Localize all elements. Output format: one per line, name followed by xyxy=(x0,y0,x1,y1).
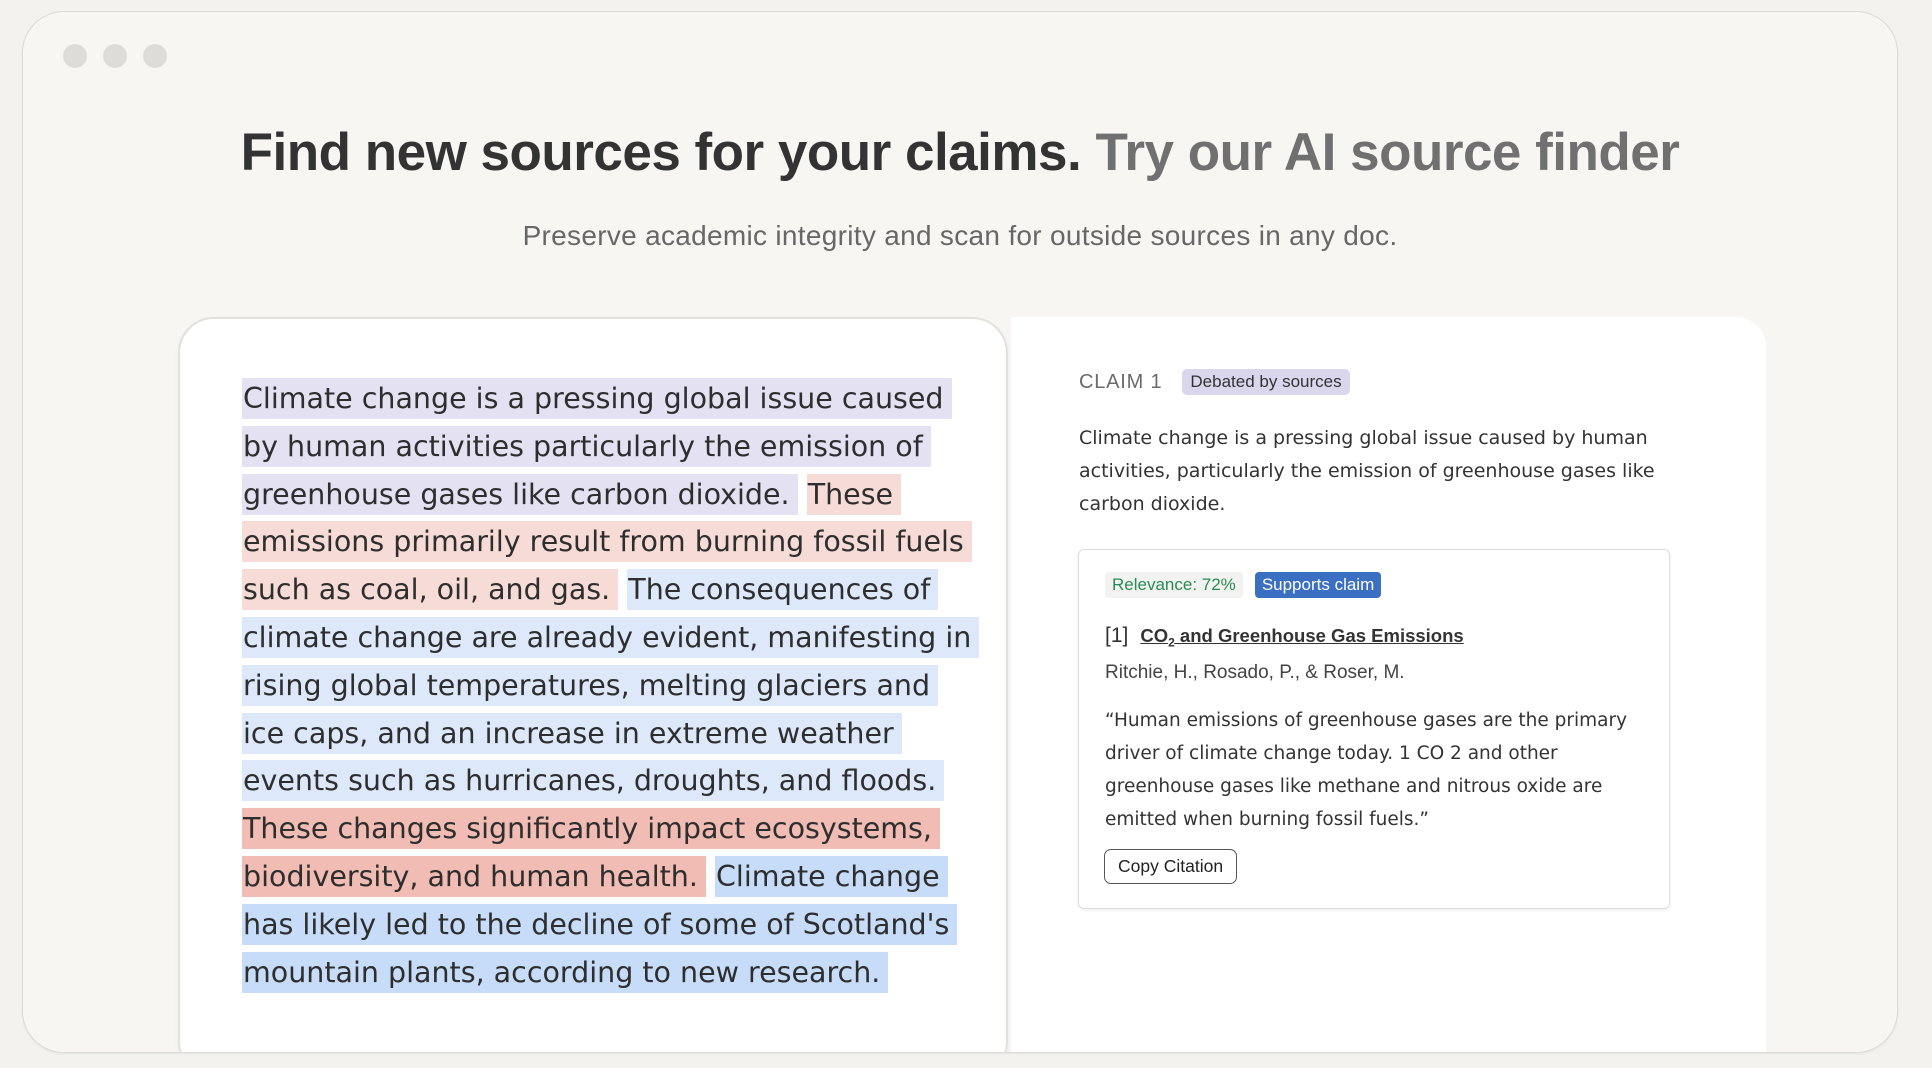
source-badges: Relevance: 72% Supports claim xyxy=(1105,572,1382,598)
source-quote: “Human emissions of greenhouse gases are… xyxy=(1105,710,1628,830)
window-minimize-dot[interactable] xyxy=(103,44,127,68)
window-maximize-dot[interactable] xyxy=(143,44,167,68)
page-subtitle: Preserve academic integrity and scan for… xyxy=(522,220,1398,251)
claim-panel: CLAIM 1 Debated by sources Climate chang… xyxy=(1011,317,1766,1052)
reference-number: [1] xyxy=(1105,624,1129,647)
source-authors: Ritchie, H., Rosado, P., & Roser, M. xyxy=(1105,662,1405,683)
source-title-prefix: CO xyxy=(1140,625,1169,646)
document-panel: Climate change is a pressing global issu… xyxy=(178,317,1008,1052)
relevance-badge: Relevance: 72% xyxy=(1105,572,1243,598)
claim-text: Climate change is a pressing global issu… xyxy=(1079,427,1655,515)
page-title-main: Find new sources for your claims. xyxy=(240,123,1082,182)
source-title-row: [1] CO2 and Greenhouse Gas Emissions xyxy=(1105,624,1464,650)
window-controls xyxy=(63,44,167,68)
supports-claim-badge: Supports claim xyxy=(1254,572,1382,598)
claim-status-badge: Debated by sources xyxy=(1182,369,1350,395)
claim-header: CLAIM 1 Debated by sources xyxy=(1079,369,1350,395)
source-title-subscript: 2 xyxy=(1168,635,1175,650)
source-title-suffix: and Greenhouse Gas Emissions xyxy=(1174,625,1464,646)
browser-window: Find new sources for your claims. Try ou… xyxy=(22,11,1898,1053)
document-text: Climate change is a pressing global issu… xyxy=(242,375,980,996)
copy-citation-button[interactable]: Copy Citation xyxy=(1104,849,1238,884)
window-close-dot[interactable] xyxy=(63,44,87,68)
claim-label: CLAIM 1 xyxy=(1079,370,1163,393)
source-card: Relevance: 72% Supports claim [1] CO2 an… xyxy=(1078,549,1670,909)
page-title-accent: Try our AI source finder xyxy=(1095,123,1680,182)
source-title-link[interactable]: CO2 and Greenhouse Gas Emissions xyxy=(1140,625,1463,650)
page-title: Find new sources for your claims. Try ou… xyxy=(23,122,1897,183)
